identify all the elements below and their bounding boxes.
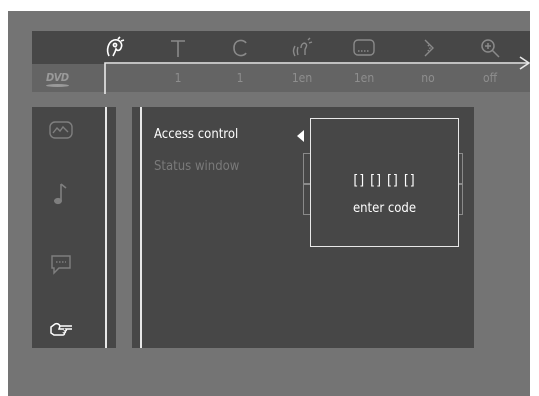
- navigation-arrow-line: [104, 56, 530, 94]
- code-entry-label: enter code: [352, 201, 417, 216]
- music-note-icon[interactable]: [46, 179, 76, 209]
- hand-pointer-icon[interactable]: [46, 313, 76, 343]
- dvd-logo: DVD: [46, 71, 69, 87]
- left-menu-panel: [32, 107, 116, 348]
- menu-item-status-window[interactable]: Status window: [154, 159, 239, 174]
- access-code-popup: [] [] [] [] enter code: [310, 118, 459, 247]
- tv-screen: DVD 1 1 1en 1en no off Access control St…: [8, 11, 530, 396]
- left-panel-divider: [105, 107, 107, 348]
- menu-item-access-control[interactable]: Access control: [154, 127, 238, 142]
- picture-icon[interactable]: [46, 115, 76, 145]
- speech-bubble-icon[interactable]: [46, 249, 76, 279]
- main-panel-divider: [140, 107, 142, 348]
- selection-marker: [297, 130, 304, 142]
- code-entry-field[interactable]: [] [] [] []: [311, 173, 458, 189]
